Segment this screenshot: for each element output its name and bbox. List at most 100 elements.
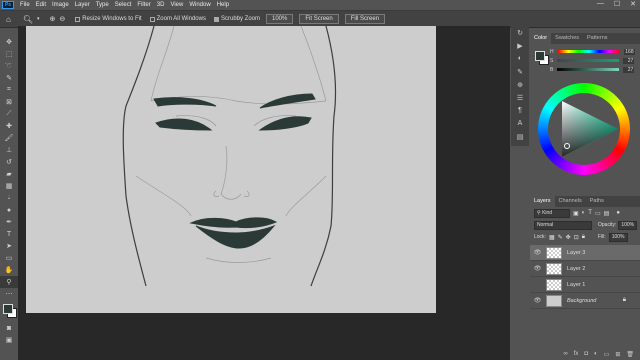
add-mask-icon[interactable]: ◘ — [584, 351, 588, 358]
maximize-icon[interactable]: ☐ — [614, 0, 620, 8]
layer-row[interactable]: 👁︎ Layer 2 — [530, 261, 640, 277]
saturation-slider-row[interactable]: S 27 — [550, 56, 640, 65]
zoom-out-icon[interactable]: ⊖ — [59, 15, 65, 23]
frame-tool-icon[interactable]: ⊠ — [0, 96, 18, 108]
layer-name[interactable]: Layer 2 — [567, 266, 585, 272]
saturation-slider[interactable] — [557, 59, 620, 62]
menu-select[interactable]: Select — [112, 2, 135, 8]
eraser-tool-icon[interactable]: ▰ — [0, 168, 18, 180]
menu-type[interactable]: Type — [93, 2, 112, 8]
eyedropper-tool-icon[interactable]: ⟋ — [0, 108, 18, 120]
quick-mask-icon[interactable]: ◙ — [0, 322, 18, 334]
menu-3d[interactable]: 3D — [154, 2, 168, 8]
hue-slider[interactable] — [557, 50, 620, 53]
properties-icon[interactable]: ☰ — [511, 91, 529, 104]
marquee-tool-icon[interactable]: ⬚ — [0, 48, 18, 60]
layer-row[interactable]: 👁︎ Layer 3 — [530, 245, 640, 261]
lock-transparency-icon[interactable]: ▦ — [549, 234, 555, 241]
layer-row[interactable]: Layer 1 — [530, 277, 640, 293]
brush-tool-icon[interactable]: 🖌︎ — [0, 132, 18, 144]
brush-settings-icon[interactable]: ✎ — [511, 65, 529, 78]
clone-stamp-tool-icon[interactable]: ⊥ — [0, 144, 18, 156]
layer-row[interactable]: 👁︎ Background 🔒︎ — [530, 293, 640, 309]
foreground-color-swatch[interactable] — [3, 304, 13, 314]
filter-adjustment-icon[interactable]: ◐ — [582, 210, 586, 216]
glyphs-icon[interactable]: ▤ — [511, 130, 529, 143]
hue-value[interactable]: 168 — [623, 48, 635, 55]
brightness-value[interactable]: 27 — [623, 66, 635, 73]
layer-style-icon[interactable]: fx — [574, 351, 579, 358]
color-triangle[interactable] — [538, 83, 630, 175]
kind-filter[interactable]: ⚲ Kind — [534, 208, 570, 218]
edit-toolbar-icon[interactable]: ⋯ — [0, 288, 18, 300]
opacity-field[interactable]: 100% — [618, 220, 638, 230]
clone-source-icon[interactable]: ⊕ — [511, 78, 529, 91]
color-wheel[interactable] — [538, 83, 630, 175]
tab-swatches[interactable]: Swatches — [551, 33, 583, 44]
hue-slider-row[interactable]: H 168 — [550, 47, 640, 56]
new-layer-icon[interactable]: ⊞ — [615, 351, 620, 358]
menu-view[interactable]: View — [167, 2, 186, 8]
brightness-slider-row[interactable]: B 27 — [550, 65, 640, 74]
filter-toggle-icon[interactable]: ● — [616, 210, 620, 216]
saturation-value[interactable]: 27 — [623, 57, 635, 64]
history-icon[interactable]: ↻ — [511, 26, 529, 39]
tab-paths[interactable]: Paths — [586, 196, 608, 207]
zoom-all-checkbox[interactable]: Zoom All Windows — [149, 16, 206, 22]
filter-type-icon[interactable]: T — [588, 210, 592, 216]
close-icon[interactable]: ✕ — [630, 0, 636, 8]
color-fg-swatch[interactable] — [535, 51, 545, 61]
brightness-slider[interactable] — [557, 68, 620, 71]
trash-icon[interactable]: 🗑︎ — [626, 351, 634, 358]
menu-file[interactable]: File — [17, 2, 33, 8]
canvas[interactable] — [26, 26, 436, 313]
type-tool-icon[interactable]: T — [0, 228, 18, 240]
move-tool-icon[interactable]: ✥ — [0, 36, 18, 48]
zoom-tool-icon[interactable]: 🔍︎ — [23, 15, 33, 24]
rectangle-tool-icon[interactable]: ▭ — [0, 252, 18, 264]
filter-smart-object-icon[interactable]: ▤ — [604, 210, 610, 217]
tab-channels[interactable]: Channels — [555, 196, 586, 207]
dodge-tool-icon[interactable]: ● — [0, 204, 18, 216]
zoom-in-icon[interactable]: ⊕ — [50, 15, 56, 23]
blend-mode-select[interactable]: Normal — [534, 220, 592, 230]
filter-shape-icon[interactable]: ▭ — [595, 210, 601, 217]
menu-filter[interactable]: Filter — [134, 2, 153, 8]
visibility-eye-icon[interactable]: 👁︎ — [533, 265, 542, 272]
lock-position-icon[interactable]: ✥ — [566, 234, 571, 241]
character-icon[interactable]: A — [511, 117, 529, 130]
layer-name[interactable]: Layer 1 — [567, 282, 585, 288]
gradient-tool-icon[interactable]: ▦ — [0, 180, 18, 192]
menu-window[interactable]: Window — [186, 2, 213, 8]
visibility-eye-icon[interactable]: 👁︎ — [533, 297, 542, 304]
history-brush-tool-icon[interactable]: ↺ — [0, 156, 18, 168]
visibility-eye-icon[interactable]: 👁︎ — [533, 249, 542, 256]
lasso-tool-icon[interactable]: ➰ — [0, 60, 18, 72]
menu-edit[interactable]: Edit — [33, 2, 49, 8]
blur-tool-icon[interactable]: 💧︎ — [0, 192, 18, 204]
paragraph-icon[interactable]: ¶ — [511, 104, 529, 117]
healing-brush-tool-icon[interactable]: ✚ — [0, 120, 18, 132]
layer-name[interactable]: Layer 3 — [567, 250, 585, 256]
lock-artboard-icon[interactable]: ⊡ — [574, 234, 579, 241]
chevron-down-icon[interactable]: ▾ — [37, 16, 40, 22]
adjustment-layer-icon[interactable]: ◐ — [594, 351, 598, 358]
actions-icon[interactable]: ▶ — [511, 39, 529, 52]
zoom-value-field[interactable]: 100% — [266, 14, 294, 24]
lock-image-icon[interactable]: ✎ — [558, 234, 563, 241]
menu-layer[interactable]: Layer — [72, 2, 93, 8]
link-layers-icon[interactable]: ∞ — [563, 351, 567, 358]
quick-select-tool-icon[interactable]: ✎ — [0, 72, 18, 84]
layer-name[interactable]: Background — [567, 298, 596, 304]
screen-mode-icon[interactable]: ▣ — [0, 334, 18, 346]
tab-patterns[interactable]: Patterns — [583, 33, 611, 44]
hand-tool-icon[interactable]: ✋ — [0, 264, 18, 276]
color-swatches[interactable] — [0, 300, 18, 322]
zoom-icon[interactable]: ⚲ — [0, 276, 18, 288]
filter-pixel-icon[interactable]: ▣ — [573, 210, 579, 217]
path-selection-tool-icon[interactable]: ➤ — [0, 240, 18, 252]
tab-layers[interactable]: Layers — [530, 196, 555, 207]
home-icon[interactable]: ⌂ — [6, 15, 11, 24]
menu-help[interactable]: Help — [214, 2, 232, 8]
tab-color[interactable]: Color — [530, 33, 552, 44]
